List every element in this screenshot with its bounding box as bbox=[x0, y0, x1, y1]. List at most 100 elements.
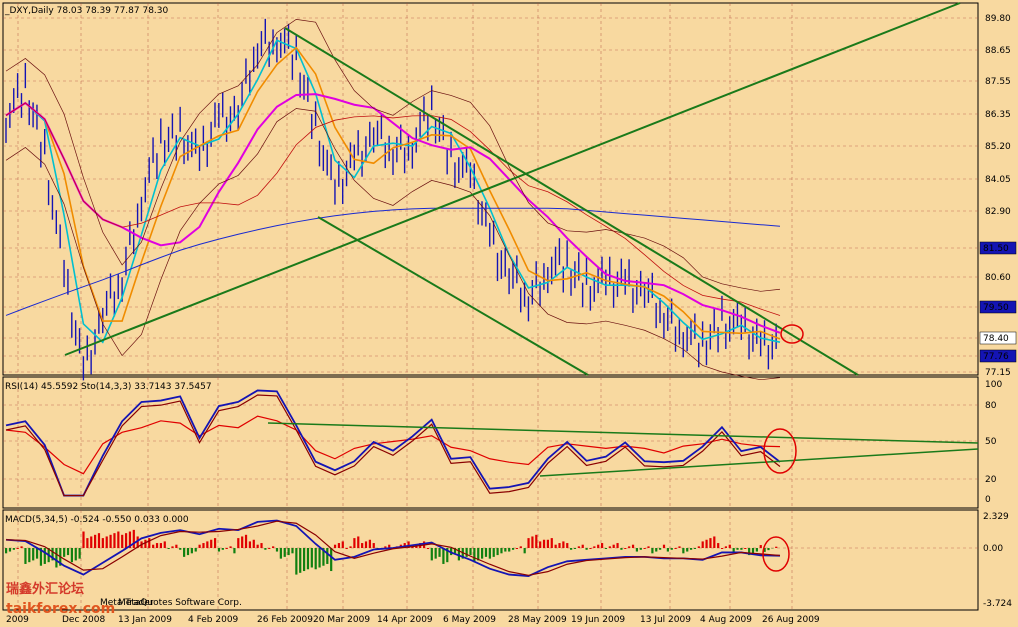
macd-histogram-bar bbox=[604, 548, 608, 549]
macd-histogram-bar bbox=[674, 548, 677, 549]
macd-histogram-bar bbox=[248, 541, 252, 548]
price-tick-label: 86.35 bbox=[985, 110, 1011, 120]
macd-histogram-bar bbox=[299, 548, 302, 573]
date-label: 6 May 2009 bbox=[443, 615, 496, 625]
price-tick-label: 77.15 bbox=[985, 368, 1011, 378]
macd-histogram-bar bbox=[628, 546, 631, 548]
macd-histogram-bar bbox=[488, 548, 491, 559]
macd-histogram-bar bbox=[155, 543, 159, 548]
date-label: 19 Jun 2009 bbox=[571, 615, 625, 625]
macd-histogram-bar bbox=[570, 548, 573, 550]
macd-histogram-bar bbox=[492, 548, 495, 557]
macd-histogram-bar bbox=[163, 541, 166, 548]
macd-histogram-bar bbox=[705, 539, 708, 548]
macd-histogram-bar bbox=[264, 548, 267, 550]
macd-histogram-bar bbox=[469, 548, 472, 556]
macd-histogram-bar bbox=[647, 546, 650, 548]
macd-histogram-bar bbox=[337, 543, 341, 548]
macd-histogram-bar bbox=[577, 546, 580, 548]
macd-histogram-bar bbox=[484, 548, 488, 557]
watermark-site: taikforex.com bbox=[6, 601, 116, 617]
macd-histogram-bar bbox=[519, 546, 522, 548]
macd-histogram-bar bbox=[620, 548, 623, 550]
rsi-tick-label: 100 bbox=[985, 380, 1002, 390]
macd-histogram-bar bbox=[167, 548, 170, 549]
macd-histogram-bar bbox=[709, 538, 712, 548]
macd-histogram-bar bbox=[585, 548, 588, 550]
macd-histogram-bar bbox=[697, 546, 700, 548]
macd-histogram-bar bbox=[152, 544, 155, 548]
macd-histogram-bar bbox=[28, 548, 31, 563]
macd-tick-label: -3.724 bbox=[983, 599, 1012, 609]
macd-histogram-bar bbox=[97, 533, 101, 548]
rsi-tick-label: 50 bbox=[985, 437, 997, 447]
macd-histogram-bar bbox=[554, 544, 557, 548]
macd-histogram-bar bbox=[183, 548, 186, 557]
macd-histogram-bar bbox=[573, 548, 577, 549]
date-label: 13 Jul 2009 bbox=[640, 615, 691, 625]
macd-histogram-bar bbox=[589, 548, 592, 549]
macd-histogram-bar bbox=[90, 536, 93, 548]
price-tick-label: 78.40 bbox=[983, 334, 1009, 344]
macd-histogram-bar bbox=[372, 543, 375, 548]
macd-histogram-bar bbox=[666, 548, 669, 552]
macd-histogram-bar bbox=[121, 534, 124, 548]
macd-histogram-bar bbox=[333, 544, 337, 548]
macd-histogram-bar bbox=[105, 536, 108, 548]
macd-histogram-bar bbox=[635, 548, 639, 552]
macd-histogram-bar bbox=[593, 546, 596, 548]
macd-histogram-bar bbox=[229, 546, 232, 548]
macd-histogram-bar bbox=[600, 543, 604, 548]
macd-histogram-bar bbox=[508, 548, 511, 552]
macd-histogram-bar bbox=[70, 548, 73, 563]
watermark-copyright: MetaQuotes Software Corp. bbox=[118, 598, 242, 608]
macd-histogram-bar bbox=[345, 548, 348, 549]
macd-histogram-bar bbox=[364, 541, 368, 548]
macd-histogram-bar bbox=[434, 548, 437, 559]
macd-histogram-bar bbox=[186, 548, 190, 556]
macd-histogram-bar bbox=[302, 548, 306, 572]
macd-histogram-bar bbox=[473, 548, 476, 563]
macd-histogram-bar bbox=[198, 544, 201, 548]
rsi-line bbox=[5, 415, 781, 475]
price-tick-label: 89.80 bbox=[985, 14, 1011, 24]
macd-histogram-bar bbox=[643, 548, 646, 549]
macd-histogram-bar bbox=[597, 544, 600, 548]
macd-histogram-bar bbox=[171, 546, 174, 548]
chart-window: 89.80 88.65 87.55 86.35 85.20 84.05 82.90 81.50… bbox=[0, 0, 1018, 627]
macd-histogram-bar bbox=[12, 548, 15, 550]
macd-histogram-bar bbox=[109, 534, 112, 548]
macd-histogram-bar bbox=[148, 538, 151, 548]
macd-histogram-bar bbox=[368, 539, 371, 548]
price-tick-label: 88.65 bbox=[985, 46, 1011, 56]
macd-histogram-bar bbox=[736, 548, 739, 550]
macd-histogram-bar bbox=[751, 548, 755, 554]
macd-histogram-bar bbox=[113, 533, 116, 548]
macd-histogram-bar bbox=[8, 548, 12, 552]
macd-histogram-bar bbox=[531, 536, 534, 548]
rsi-panel-header: RSI(14) 45.5592 Sto(14,3,3) 33.7143 37.5… bbox=[5, 382, 212, 392]
macd-tick-label: 2.329 bbox=[983, 512, 1009, 522]
macd-histogram-bar bbox=[256, 544, 259, 548]
rsi-tick-label: 20 bbox=[985, 475, 997, 485]
chart-canvas: 89.80 88.65 87.55 86.35 85.20 84.05 82.90 81.50… bbox=[2, 2, 1017, 625]
macd-histogram-bar bbox=[670, 548, 673, 550]
price-tick-label: 79.50 bbox=[983, 303, 1009, 313]
macd-histogram-bar bbox=[132, 529, 135, 548]
macd-histogram-bar bbox=[268, 548, 271, 549]
price-tick-label: 84.05 bbox=[985, 175, 1011, 185]
macd-histogram-bar bbox=[295, 548, 298, 575]
macd-histogram-bar bbox=[430, 548, 433, 561]
macd-histogram-bar bbox=[43, 548, 46, 564]
price-tick-label: 87.55 bbox=[985, 77, 1011, 87]
macd-histogram-bar bbox=[701, 541, 704, 548]
macd-histogram-bar bbox=[732, 548, 735, 552]
macd-histogram-bar bbox=[624, 548, 627, 549]
macd-histogram-bar bbox=[5, 548, 8, 554]
macd-histogram-bar bbox=[616, 543, 619, 548]
macd-histogram-bar bbox=[217, 548, 221, 552]
macd-histogram-bar bbox=[682, 548, 685, 554]
macd-histogram-bar bbox=[159, 543, 162, 548]
macd-histogram-bar bbox=[755, 548, 758, 552]
macd-histogram-bar bbox=[117, 531, 120, 548]
